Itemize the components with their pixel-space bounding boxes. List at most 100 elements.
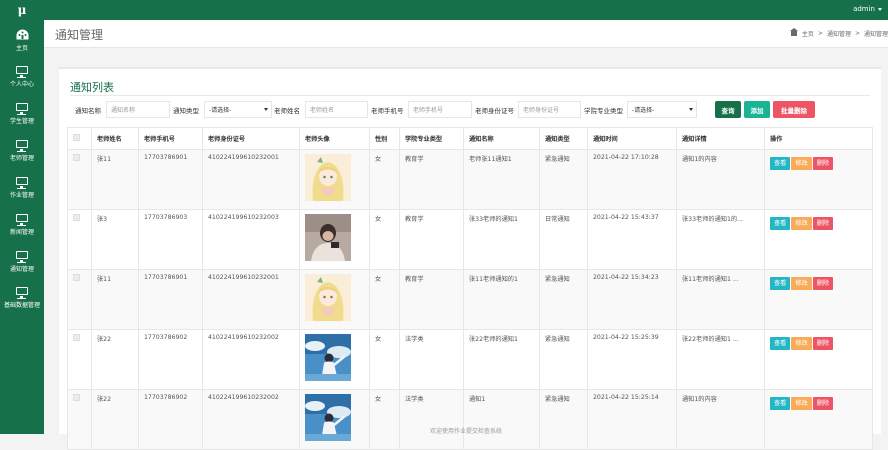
sidebar-item-profile[interactable]: 个人中心 [0,60,44,96]
sidebar-item-notices[interactable]: 通知管理 [0,245,44,281]
column-header[interactable]: 通知详情 [676,127,765,150]
row-checkbox[interactable] [73,334,80,341]
table-row[interactable]: 张11 17703786901 410224199610232001 女教育学 张11老… [67,269,873,330]
row-select-cell [67,209,92,270]
cell-type: 紧急通知 [539,389,588,450]
major-select[interactable]: -请选择- [627,101,697,118]
column-header[interactable]: 学院专业类型 [399,127,464,150]
row-checkbox[interactable] [73,214,80,221]
sidebar-item-teachers[interactable]: 老师管理 [0,134,44,170]
row-checkbox[interactable] [73,274,80,281]
actions-cell: 查看 修改 删除 [764,209,873,270]
view-button[interactable]: 查看 [770,337,791,350]
delete-button[interactable]: 删除 [812,337,834,350]
cell-gender: 女 [369,149,400,210]
cell-name: 张3 [91,209,139,270]
cell-major: 教育学 [399,269,464,330]
view-button[interactable]: 查看 [770,157,791,170]
delete-button[interactable]: 删除 [812,217,834,230]
view-button[interactable]: 查看 [770,277,791,290]
edit-button[interactable]: 修改 [791,337,812,350]
row-checkbox[interactable] [73,154,80,161]
cell-phone: 17703786902 [138,329,203,390]
card-title: 通知列表 [70,81,114,94]
major-value: -请选择- [632,107,655,114]
breadcrumb-separator: > [817,30,823,37]
row-checkbox[interactable] [73,394,80,401]
cell-idno: 410224199610232002 [202,329,300,390]
edit-button[interactable]: 修改 [791,217,812,230]
sidebar-item-homework[interactable]: 作业管理 [0,171,44,207]
teacher-id-label: 老师身份证号 [475,107,514,115]
column-header[interactable]: 通知名称 [463,127,540,150]
breadcrumb-home[interactable]: 主页 [802,29,814,38]
breadcrumb-item[interactable]: 通知管理 [827,29,851,38]
add-button[interactable]: 添加 [744,101,770,118]
teacher-name-input[interactable]: 老师姓名 [305,101,368,118]
cell-gender: 女 [369,329,400,390]
cell-name: 张11 [91,149,139,210]
table-row[interactable]: 张11 17703786901 410224199610232001 女教育学 老师张1… [67,149,873,210]
sidebar-item-news[interactable]: 新闻管理 [0,208,44,244]
table-row[interactable]: 张3 17703786903 410224199610232003 女教育学 张33老师… [67,209,873,270]
query-button[interactable]: 查询 [715,101,741,118]
monitor-icon [16,210,28,226]
column-header[interactable]: 性别 [369,127,400,150]
cell-detail: 张22老师的通知1 ... [676,329,765,390]
cell-time: 2021-04-22 15:25:14 [587,389,677,450]
sidebar-item-label: 基础数据管理 [3,302,40,309]
column-header[interactable]: 老师身份证号 [202,127,300,150]
cell-idno: 410224199610232001 [202,269,300,330]
view-button[interactable]: 查看 [770,217,791,230]
avatar-cell [299,389,370,450]
column-header[interactable]: 老师姓名 [91,127,139,150]
cell-phone: 17703786902 [138,389,203,450]
view-button[interactable]: 查看 [770,397,791,410]
chevron-down-icon [689,108,693,111]
select-all-checkbox[interactable] [73,134,80,141]
delete-button[interactable]: 删除 [812,157,834,170]
cell-detail: 张11老师的通知1 ... [676,269,765,330]
sidebar-item-basic-data[interactable]: 基础数据管理 [0,281,44,317]
avatar-cell [299,209,370,270]
cell-major: 法学类 [399,329,464,390]
edit-button[interactable]: 修改 [791,157,812,170]
column-header[interactable]: 通知类型 [539,127,588,150]
sidebar-item-label: 新闻管理 [9,229,34,236]
monitor-icon [16,99,28,115]
notice-name-input[interactable]: 通知名称 [106,101,170,118]
avatar [305,274,351,321]
table-row[interactable]: 张22 17703786902 410224199610232002 女法学类 张22老… [67,329,873,390]
sidebar-item-home[interactable]: 主页 [0,24,44,60]
notice-type-select[interactable]: -请选择- [204,101,272,118]
sidebar-item-students[interactable]: 学生管理 [0,97,44,133]
app-logo[interactable]: μ [0,0,44,20]
row-select-cell [67,149,92,210]
cell-major: 教育学 [399,209,464,270]
cell-time: 2021-04-22 15:34:23 [587,269,677,330]
column-header[interactable]: 老师头像 [299,127,370,150]
cell-type: 紧急通知 [539,149,588,210]
top-bar: μ admin [0,0,888,20]
column-header[interactable]: 通知时间 [587,127,677,150]
teacher-id-input[interactable]: 老师身份证号 [518,101,581,118]
edit-button[interactable]: 修改 [791,397,812,410]
delete-button[interactable]: 删除 [812,397,834,410]
cell-phone: 17703786901 [138,269,203,330]
column-header[interactable]: 老师手机号 [138,127,203,150]
breadcrumb: 主页 > 通知管理 > 通知管理 [789,28,888,38]
notice-name-label: 通知名称 [75,107,101,115]
delete-button[interactable]: 删除 [812,277,834,290]
edit-button[interactable]: 修改 [791,277,812,290]
batch-delete-button[interactable]: 批量删除 [773,101,815,118]
sidebar-item-label: 学生管理 [9,118,34,125]
monitor-icon [16,173,28,189]
cell-name: 张22 [91,329,139,390]
cell-gender: 女 [369,269,400,330]
teacher-phone-input[interactable]: 老师手机号 [408,101,472,118]
table-row[interactable]: 张22 17703786902 410224199610232002 女法学类 通知1 紧… [67,389,873,450]
user-menu[interactable]: admin [853,5,882,13]
cell-notice: 老师张11通知1 [463,149,540,210]
cell-idno: 410224199610232002 [202,389,300,450]
cell-detail: 通知1的内容 [676,149,765,210]
